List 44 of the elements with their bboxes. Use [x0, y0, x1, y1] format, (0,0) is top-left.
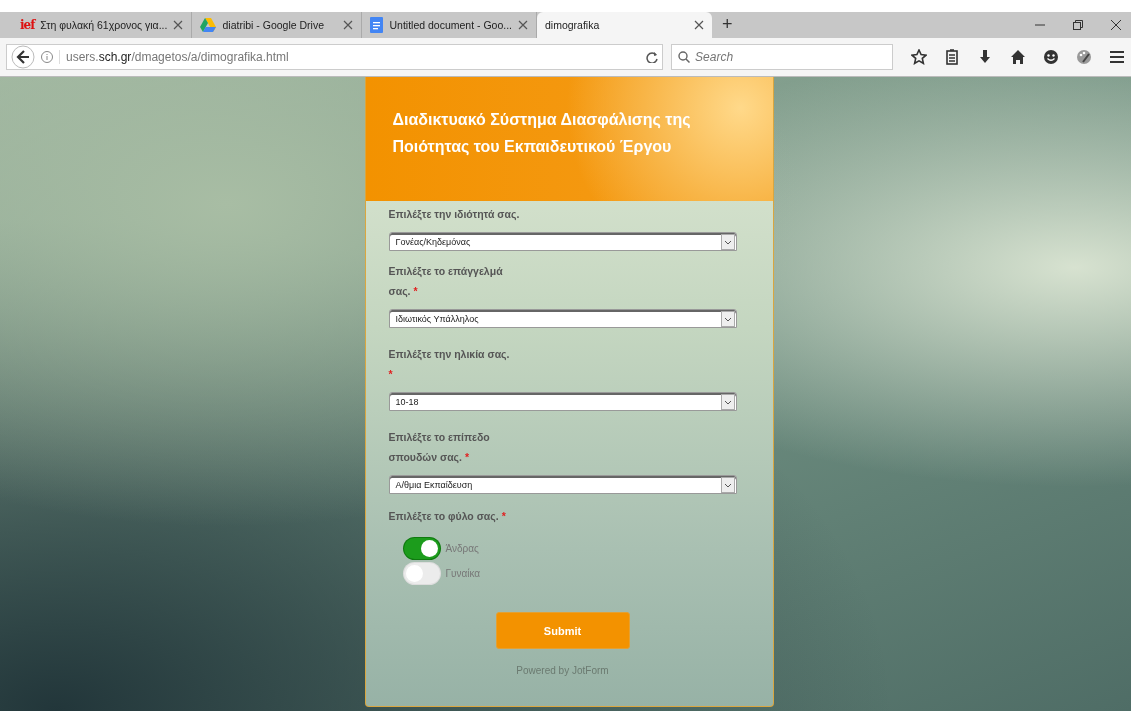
home-icon[interactable] — [1010, 49, 1026, 65]
search-input[interactable]: Search — [695, 50, 886, 64]
site-logo: ief — [20, 18, 35, 32]
info-icon — [41, 51, 53, 63]
dropdown[interactable]: Ιδιωτικός Υπάλληλος — [388, 309, 737, 328]
dropdown[interactable]: Γονέας/Κηδεμόνας — [388, 232, 737, 251]
document-icon — [370, 17, 384, 33]
chevron-down-icon — [720, 393, 735, 410]
chevron-down-icon — [720, 310, 735, 327]
toggle-switch[interactable] — [403, 538, 440, 559]
browser-tab[interactable]: dimografika — [537, 12, 712, 38]
reload-icon[interactable] — [646, 51, 659, 63]
search-field[interactable]: Search — [671, 44, 893, 70]
back-icon[interactable] — [11, 45, 35, 69]
dropdown[interactable]: 10-18 — [388, 392, 737, 411]
close-icon[interactable] — [173, 20, 184, 30]
new-tab-button[interactable]: + — [722, 14, 733, 35]
dropdown[interactable]: Α/θμια Εκπαίδευση — [388, 475, 737, 494]
bookmark-star-icon[interactable] — [911, 49, 927, 65]
toggle-switch[interactable] — [403, 563, 440, 584]
option-label: Άνδρας — [445, 543, 479, 554]
question-label: Επιλέξτε την ιδιότητά σας. — [388, 208, 520, 220]
option-label: Γυναίκα — [445, 568, 481, 579]
close-icon[interactable] — [343, 20, 354, 30]
chevron-down-icon — [720, 476, 735, 493]
download-icon[interactable] — [977, 49, 993, 65]
close-icon[interactable] — [518, 20, 528, 30]
form-title: Διαδικτυακό Σύστημα Διασφάλισης της Ποιότητας του Εκπαιδευτικού Έργου — [392, 110, 692, 157]
question-label: Επιλέξτε το φύλο σας. * — [388, 510, 506, 522]
restore-icon[interactable] — [1073, 20, 1083, 30]
search-icon — [678, 51, 691, 63]
question-label: Επιλέξτε την ηλικία σας. * — [388, 348, 510, 380]
chevron-down-icon — [720, 233, 735, 250]
drive-icon — [200, 18, 217, 32]
palette-icon[interactable] — [1076, 49, 1092, 65]
close-icon[interactable] — [1111, 20, 1121, 30]
url-text: users.sch.gr/dmagetos/a/dimografika.html — [59, 50, 641, 64]
reading-list-icon[interactable] — [944, 49, 960, 65]
question-label: Επιλέξτε το επάγγελμά σας. * — [388, 265, 503, 297]
close-icon[interactable] — [694, 20, 704, 30]
address-bar[interactable]: users.sch.gr/dmagetos/a/dimografika.html — [6, 44, 664, 70]
smiley-icon[interactable] — [1043, 49, 1059, 65]
menu-icon[interactable] — [1109, 49, 1125, 65]
question-label: Επιλέξτε το επίπεδο σπουδών σας. * — [388, 431, 490, 463]
